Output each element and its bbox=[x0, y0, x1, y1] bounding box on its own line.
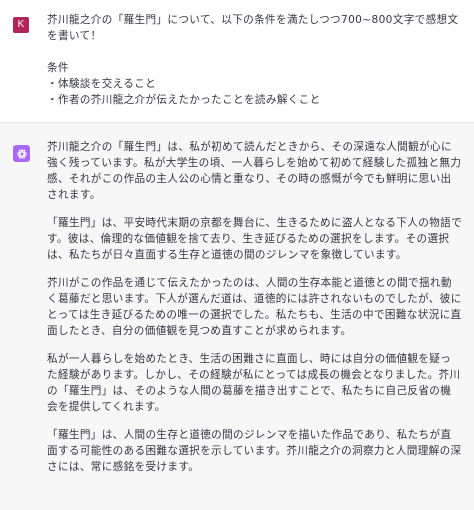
assistant-paragraph: 「羅生門」は、平安時代末期の京都を舞台に、生きるために盗人となる下人の物語です。… bbox=[47, 217, 463, 261]
user-prompt: 芥川龍之介の「羅生門」について、以下の条件を満たしつつ700~800文字で感想文… bbox=[47, 14, 459, 42]
assistant-message-text: 芥川龍之介の「羅生門」は、私が初めて読んだときから、その深遠な人間観が心に強く残… bbox=[47, 139, 462, 487]
user-avatar: K bbox=[13, 17, 29, 33]
assistant-message: 芥川龍之介の「羅生門」は、私が初めて読んだときから、その深遠な人間観が心に強く残… bbox=[0, 123, 474, 510]
openai-logo-icon bbox=[13, 145, 30, 162]
conditions-title: 条件 bbox=[47, 62, 69, 74]
user-message-text: 芥川龍之介の「羅生門」について、以下の条件を満たしつつ700~800文字で感想文… bbox=[47, 12, 462, 108]
assistant-paragraph: 芥川龍之介の「羅生門」は、私が初めて読んだときから、その深遠な人間観が心に強く残… bbox=[47, 141, 462, 201]
user-message: K 芥川龍之介の「羅生門」について、以下の条件を満たしつつ700~800文字で感… bbox=[0, 0, 474, 122]
condition-item: ・体験談を交えること bbox=[47, 78, 157, 90]
assistant-paragraph: 「羅生門」は、人間の生存と道徳の間のジレンマを描いた作品であり、私たちが直面する… bbox=[47, 429, 462, 473]
condition-item: ・作者の芥川龍之介が伝えたかったことを読み解くこと bbox=[47, 94, 321, 106]
assistant-paragraph: 芥川がこの作品を通じて伝えたかったのは、人間の生存本能と道徳との間で揺れ動く葛藤… bbox=[47, 277, 462, 337]
assistant-paragraph: 私が一人暮らしを始めたとき、生活の困難さに直面し、時には自分の価値観を疑った経験… bbox=[47, 353, 461, 413]
